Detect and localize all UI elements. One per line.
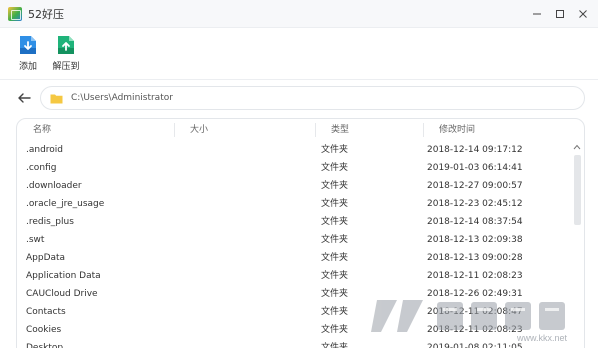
table-row[interactable]: Desktop 文件夹 2019-01-08 02:11:05 — [17, 339, 567, 348]
maximize-button[interactable] — [551, 5, 569, 23]
file-name-cell: Desktop — [26, 343, 64, 348]
file-type-cell: 文件夹 — [321, 235, 349, 245]
toolbar: 添加 解压到 — [0, 28, 598, 78]
file-mtime-cell: 2018-12-23 02:45:12 — [427, 199, 523, 209]
table-row[interactable]: .config 文件夹 2019-01-03 06:14:41 — [17, 159, 567, 177]
maximize-icon — [556, 10, 564, 18]
file-mtime-cell: 2018-12-11 02:08:23 — [427, 325, 523, 335]
scrollbar-thumb[interactable] — [574, 155, 581, 225]
file-type-cell: 文件夹 — [321, 343, 349, 348]
close-icon — [579, 10, 587, 18]
file-name-cell: .android — [26, 145, 64, 155]
file-mtime-cell: 2018-12-14 09:17:12 — [427, 145, 523, 155]
table-row[interactable]: .swt 文件夹 2018-12-13 02:09:38 — [17, 231, 567, 249]
file-type-cell: 文件夹 — [321, 325, 349, 335]
column-type-header[interactable]: 类型 — [315, 119, 349, 141]
file-name-cell: Cookies — [26, 325, 62, 335]
file-name-cell: .swt — [26, 235, 45, 245]
file-name-cell: CAUCloud Drive — [26, 289, 98, 299]
extract-archive-icon — [58, 36, 74, 54]
folder-icon — [50, 94, 63, 103]
file-name-cell: .config — [26, 163, 57, 173]
file-name-cell: .oracle_jre_usage — [26, 199, 105, 209]
table-row[interactable]: Contacts 文件夹 2018-12-11 02:08:47 — [17, 303, 567, 321]
file-mtime-cell: 2018-12-11 02:08:23 — [427, 271, 523, 281]
file-type-cell: 文件夹 — [321, 217, 349, 227]
file-type-cell: 文件夹 — [321, 199, 349, 209]
path-bar[interactable]: C:\Users\Administrator — [40, 86, 585, 110]
add-button[interactable]: 添加 — [11, 34, 45, 78]
path-text: C:\Users\Administrator — [71, 93, 173, 103]
table-row[interactable]: .downloader 文件夹 2018-12-27 09:00:57 — [17, 177, 567, 195]
window-title: 52好压 — [28, 7, 64, 21]
file-mtime-cell: 2018-12-13 09:00:28 — [427, 253, 523, 263]
table-row[interactable]: .oracle_jre_usage 文件夹 2018-12-23 02:45:12 — [17, 195, 567, 213]
title-bar: 52好压 — [0, 0, 598, 28]
file-name-cell: .downloader — [26, 181, 82, 191]
column-mtime-header[interactable]: 修改时间 — [423, 119, 475, 141]
file-type-cell: 文件夹 — [321, 163, 349, 173]
file-list-panel: 名称 大小 类型 修改时间 .android 文件夹 2018-12-14 09:1… — [16, 118, 585, 348]
window-controls — [523, 0, 592, 28]
table-row[interactable]: .android 文件夹 2018-12-14 09:17:12 — [17, 141, 567, 159]
file-name-cell: .redis_plus — [26, 217, 74, 227]
table-row[interactable]: CAUCloud Drive 文件夹 2018-12-26 02:49:31 — [17, 285, 567, 303]
extract-to-button[interactable]: 解压到 — [49, 34, 83, 78]
minimize-icon — [533, 13, 541, 15]
table-row[interactable]: .redis_plus 文件夹 2018-12-14 08:37:54 — [17, 213, 567, 231]
column-name-header[interactable]: 名称 — [17, 119, 51, 141]
app-logo-icon — [8, 6, 22, 21]
file-type-cell: 文件夹 — [321, 145, 349, 155]
file-type-cell: 文件夹 — [321, 253, 349, 263]
file-mtime-cell: 2018-12-26 02:49:31 — [427, 289, 523, 299]
file-type-cell: 文件夹 — [321, 271, 349, 281]
extract-to-label: 解压到 — [52, 62, 80, 72]
vertical-scrollbar[interactable] — [570, 141, 584, 348]
file-type-cell: 文件夹 — [321, 307, 349, 317]
minimize-button[interactable] — [528, 5, 546, 23]
file-rows: .android 文件夹 2018-12-14 09:17:12 .config 文件夹… — [17, 141, 567, 348]
table-row[interactable]: Application Data 文件夹 2018-12-11 02:08:23 — [17, 267, 567, 285]
back-button[interactable] — [15, 90, 33, 106]
table-row[interactable]: AppData 文件夹 2018-12-13 09:00:28 — [17, 249, 567, 267]
toolbar-divider — [0, 79, 598, 80]
close-button[interactable] — [574, 5, 592, 23]
back-arrow-icon — [18, 93, 31, 103]
add-archive-icon — [20, 36, 36, 54]
file-mtime-cell: 2018-12-13 02:09:38 — [427, 235, 523, 245]
file-type-cell: 文件夹 — [321, 289, 349, 299]
scroll-up-arrow-icon[interactable] — [573, 143, 581, 151]
add-label: 添加 — [18, 62, 37, 72]
file-mtime-cell: 2019-01-08 02:11:05 — [427, 343, 523, 348]
table-row[interactable]: Cookies 文件夹 2018-12-11 02:08:23 — [17, 321, 567, 339]
file-mtime-cell: 2018-12-14 08:37:54 — [427, 217, 523, 227]
file-name-cell: Contacts — [26, 307, 66, 317]
file-name-cell: AppData — [26, 253, 66, 263]
column-size-header[interactable]: 大小 — [174, 119, 208, 141]
file-type-cell: 文件夹 — [321, 181, 349, 191]
file-mtime-cell: 2019-01-03 06:14:41 — [427, 163, 523, 173]
file-name-cell: Application Data — [26, 271, 101, 281]
file-mtime-cell: 2018-12-11 02:08:47 — [427, 307, 523, 317]
column-header: 名称 大小 类型 修改时间 — [17, 119, 584, 141]
file-mtime-cell: 2018-12-27 09:00:57 — [427, 181, 523, 191]
